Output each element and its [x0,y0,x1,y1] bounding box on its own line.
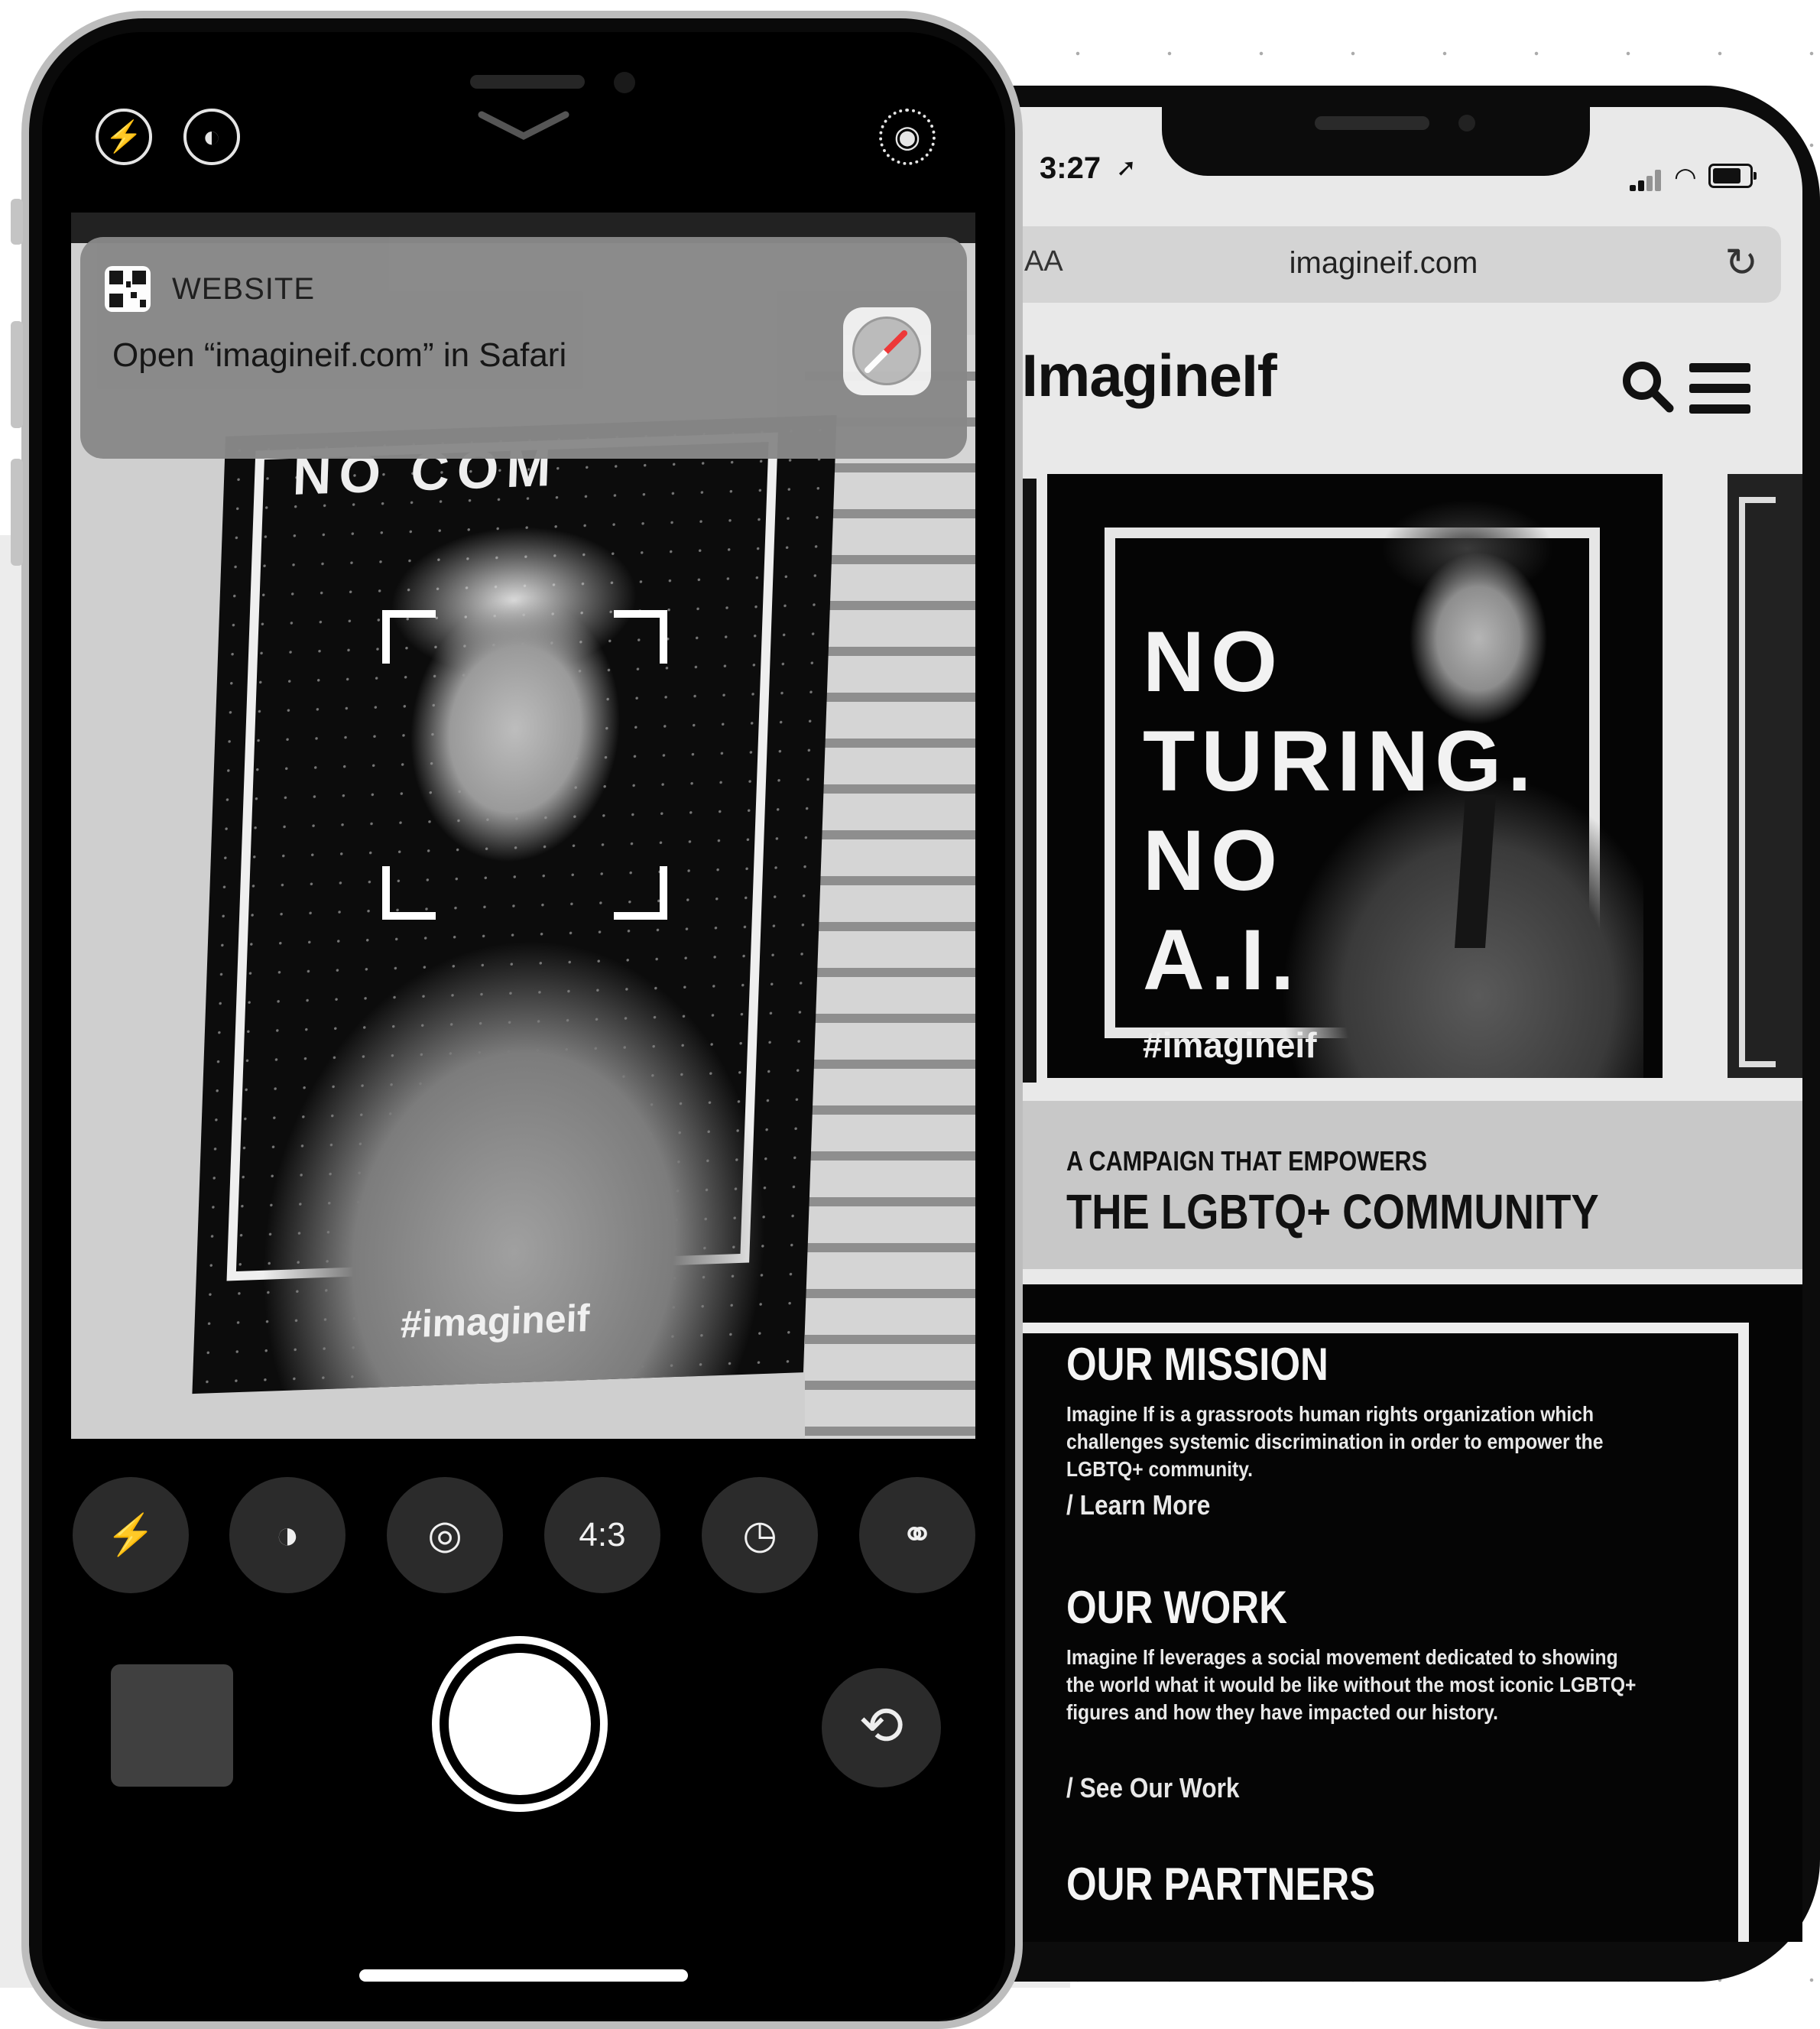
home-indicator[interactable] [359,1969,688,1982]
search-icon[interactable] [1620,359,1674,413]
wifi-icon: ◠ [1674,163,1697,192]
volume-down-button [11,459,23,566]
safari-screen: 3:27 ➚ ◠ AA imagineif.com ↻ #ImagineIf N… [994,107,1802,1942]
url-text[interactable]: imagineif.com [994,246,1781,281]
info-panel: OUR MISSION Imagine If is a grassroots h… [994,1284,1802,1942]
notification-kind: WEBSITE [172,272,316,306]
filters-icon[interactable]: ⚭ [859,1477,975,1593]
hero-line-1: NO [1143,614,1283,709]
battery-icon [1708,164,1757,188]
hero-line-3: NO [1143,813,1283,908]
campaign-title: THE LGBTQ+ COMMUNITY [1066,1184,1599,1239]
mission-body: Imagine If is a grassroots human rights … [1066,1402,1604,1481]
address-bar[interactable]: AA imagineif.com ↻ [994,226,1781,303]
site-logo[interactable]: #ImagineIf [994,341,1277,411]
night-mode-icon[interactable]: ◑ [229,1477,346,1593]
shutter-button[interactable] [432,1636,608,1812]
hero-line-4: A.I. [1143,912,1301,1008]
hamburger-menu-icon[interactable] [1689,363,1750,417]
hero-carousel[interactable]: NO TURING. NO A.I. #imagineif [994,474,1802,1101]
target-icon[interactable]: ◎ [387,1477,503,1593]
campaign-band: A CAMPAIGN THAT EMPOWERS THE LGBTQ+ COMM… [994,1101,1802,1269]
status-bar: 3:27 ➚ ◠ [994,107,1802,222]
chevron-down-icon[interactable] [478,109,569,147]
live-photo-off-icon[interactable]: ◐ [183,109,240,165]
billboard: NO COM #imagineif [192,414,837,1394]
aspect-ratio-button[interactable]: 4:3 [544,1477,660,1593]
work-body: Imagine If leverages a social movement d… [1066,1645,1637,1724]
qr-focus-corner-tr [614,610,667,664]
carousel-next-slide[interactable] [1728,474,1802,1078]
qr-code-notification[interactable]: WEBSITE Open “imagineif.com” in Safari [80,237,967,459]
qr-focus-corner-br [614,866,667,920]
photo-thumbnail[interactable] [111,1664,233,1787]
site-header: #ImagineIf [994,321,1802,443]
campaign-kicker: A CAMPAIGN THAT EMPOWERS [1066,1145,1428,1177]
learn-more-link[interactable]: / Learn More [1066,1489,1210,1521]
safari-icon [843,307,931,395]
cellular-signal-icon [1630,168,1663,191]
qr-code-icon [105,266,151,312]
status-time: 3:27 [1040,151,1101,185]
notch [1162,107,1590,176]
mission-heading: OUR MISSION [1066,1339,1329,1390]
camera-settings-row: ⚡ ◑ ◎ 4:3 ◷ ⚭ [73,1477,1005,1599]
flip-camera-icon[interactable]: ⟲ [822,1668,941,1787]
qr-focus-corner-tl [382,610,436,664]
see-our-work-link[interactable]: / See Our Work [1066,1772,1240,1804]
reload-icon[interactable]: ↻ [1724,240,1758,286]
location-arrow-icon: ➚ [1116,154,1137,181]
front-camera [614,72,635,93]
partners-heading: OUR PARTNERS [1066,1859,1376,1910]
notification-message[interactable]: Open “imagineif.com” in Safari [112,336,566,375]
flash-icon[interactable]: ⚡ [73,1477,189,1593]
hero-slide[interactable]: NO TURING. NO A.I. #imagineif [1047,474,1663,1078]
timer-icon[interactable]: ◷ [702,1477,818,1593]
earpiece [470,75,585,89]
billboard-hashtag: #imagineif [400,1296,591,1346]
live-photo-icon[interactable]: ◉ [879,109,936,165]
qr-focus-corner-bl [382,866,436,920]
billboard-portrait [238,460,835,1394]
flash-off-icon[interactable]: ⚡ [96,109,152,165]
hero-line-2: TURING. [1143,713,1538,809]
volume-up-button [11,321,23,428]
mute-switch [11,199,23,245]
hero-hashtag: #imagineif [1143,1025,1317,1065]
work-heading: OUR WORK [1066,1582,1287,1633]
